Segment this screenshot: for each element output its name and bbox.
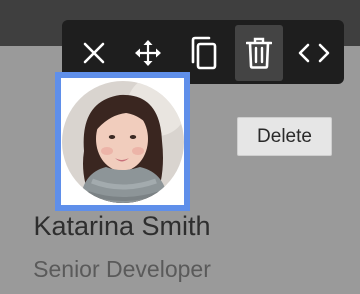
trash-icon <box>246 37 272 69</box>
avatar-photo <box>61 80 184 203</box>
avatar <box>61 80 184 203</box>
delete-tooltip: Delete <box>237 117 332 156</box>
close-icon <box>83 42 105 64</box>
duplicate-icon <box>191 36 217 70</box>
delete-button[interactable] <box>235 25 283 81</box>
move-icon <box>135 40 161 66</box>
avatar-selection-frame[interactable] <box>55 72 190 211</box>
tooltip-text: Delete <box>257 125 312 147</box>
person-name: Katarina Smith <box>33 211 211 241</box>
person-role: Senior Developer <box>33 256 211 282</box>
code-icon <box>298 43 330 63</box>
code-button[interactable] <box>290 25 338 81</box>
